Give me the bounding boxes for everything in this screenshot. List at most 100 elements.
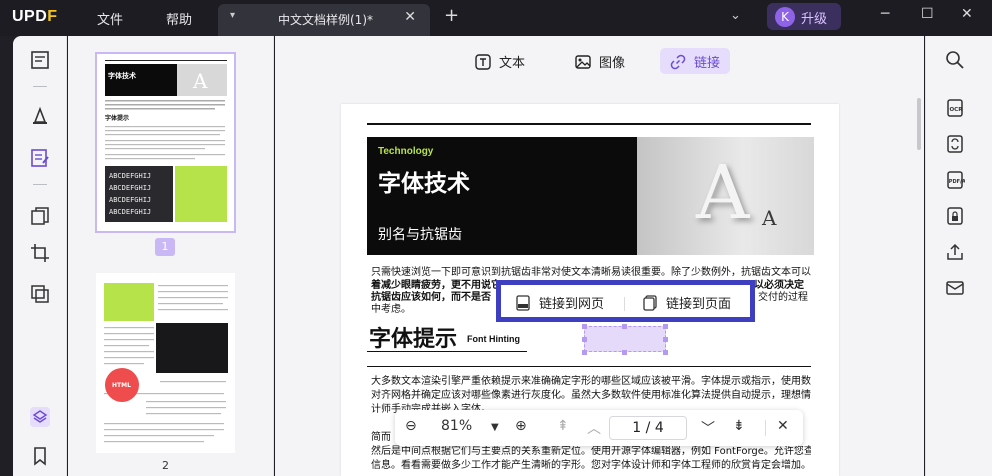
selection-handle[interactable] xyxy=(663,350,668,355)
section-heading-en: Font Hinting xyxy=(467,334,520,344)
banner-subtitle: 别名与抗锯齿 xyxy=(378,227,462,243)
selection-handle[interactable] xyxy=(663,324,668,329)
text-icon xyxy=(475,54,491,70)
link-type-popup: 链接到网页 链接到页面 xyxy=(496,280,755,322)
edit-link-button[interactable]: 链接 xyxy=(660,48,731,74)
page-rule-top xyxy=(367,123,811,125)
banner-tag: Technology xyxy=(378,146,434,157)
thumbnail-page-2-preview: HTML xyxy=(104,283,228,443)
popup-divider xyxy=(624,297,625,311)
thumbnail-page-1[interactable]: A 字体技术 字体提示 ABCDEFGHIJ ABCDEFGHIJ ABCDEF… xyxy=(95,52,236,233)
banner-letter-small: A xyxy=(762,206,777,230)
svg-text:OCR: OCR xyxy=(950,107,964,113)
pdfa-icon[interactable]: PDF/A xyxy=(945,170,965,190)
page-2-number: 2 xyxy=(162,459,169,472)
first-page-icon[interactable]: ⇞ xyxy=(557,418,569,434)
zoom-out-icon[interactable]: ⊖ xyxy=(405,418,417,434)
zoom-value[interactable]: 81% xyxy=(441,418,472,434)
tab-close-icon[interactable]: ✕ xyxy=(404,9,416,25)
menu-file[interactable]: 文件 xyxy=(97,9,123,28)
title-bar: UPDF 文件 帮助 ▾ 中文文档样例(1)* ✕ + ⌄ K 升级 ─ ☐ ✕ xyxy=(0,0,992,36)
link-to-web-label: 链接到网页 xyxy=(539,297,605,312)
layers-icon[interactable] xyxy=(30,407,50,427)
thumbnail-page-1-preview: A 字体技术 字体提示 ABCDEFGHIJ ABCDEFGHIJ ABCDEF… xyxy=(105,60,227,222)
paragraph-2-line-1: 大多数文本渲染引擎严重依赖提示来准确确定字形的哪些区域应该被平滑。字体提示或指示… xyxy=(371,376,811,387)
minimize-icon[interactable]: ─ xyxy=(881,6,889,22)
paragraph-3-line-3: 信息。看看需要做多少工作才能产生清晰的字形。您对字体设计师和字体工程师的欣赏肯定… xyxy=(371,460,811,471)
svg-text:ABCDEFGHIJ: ABCDEFGHIJ xyxy=(109,208,151,216)
reader-icon[interactable] xyxy=(30,50,50,70)
bookmark-icon[interactable] xyxy=(30,446,50,466)
page-link-icon xyxy=(643,295,657,311)
organize-pages-icon[interactable] xyxy=(30,206,50,226)
maximize-icon[interactable]: ☐ xyxy=(921,6,934,22)
page-1-number: 1 xyxy=(155,238,175,256)
edit-text-button[interactable]: 文本 xyxy=(465,48,535,74)
link-to-page-option[interactable]: 链接到页面 xyxy=(642,293,731,312)
next-page-icon[interactable]: ﹀ xyxy=(701,418,715,438)
svg-text:ABCDEFGHIJ: ABCDEFGHIJ xyxy=(109,184,151,192)
zoom-in-icon[interactable]: ⊕ xyxy=(515,418,527,434)
edit-text-label: 文本 xyxy=(499,56,526,71)
vertical-scrollbar[interactable] xyxy=(917,98,921,150)
zoom-navigation-bar: ⊖ 81% ▼ ⊕ ⇞ ︿ 1 / 4 ﹀ ⇟ ✕ xyxy=(395,410,803,446)
svg-text:HTML: HTML xyxy=(112,382,131,389)
section-heading: 字体提示 xyxy=(369,327,458,352)
page-number-input[interactable]: 1 / 4 xyxy=(609,416,687,440)
link-to-page-label: 链接到页面 xyxy=(666,297,732,312)
avatar: K xyxy=(775,7,795,27)
app-logo: UPDF xyxy=(12,8,58,25)
svg-text:PDF/A: PDF/A xyxy=(949,179,965,185)
page-separator: / xyxy=(645,420,651,436)
comment-icon[interactable] xyxy=(30,106,50,126)
upgrade-label: 升级 xyxy=(801,12,828,27)
email-icon[interactable] xyxy=(945,278,965,298)
new-tab-icon[interactable]: + xyxy=(444,5,459,26)
selection-handle[interactable] xyxy=(622,324,627,329)
svg-text:ABCDEFGHIJ: ABCDEFGHIJ xyxy=(109,172,151,180)
search-icon[interactable] xyxy=(945,50,965,70)
edit-image-button[interactable]: 图像 xyxy=(565,48,635,74)
svg-text:字体技术: 字体技术 xyxy=(108,71,136,80)
selection-handle[interactable] xyxy=(582,337,587,342)
edit-link-label: 链接 xyxy=(694,56,721,71)
previous-page-icon[interactable]: ︿ xyxy=(587,418,601,438)
chevron-down-icon[interactable]: ⌄ xyxy=(730,8,741,23)
share-icon[interactable] xyxy=(945,242,965,262)
banner-title: 字体技术 xyxy=(378,171,470,197)
edit-pdf-icon[interactable] xyxy=(30,148,50,168)
svg-text:ABCDEFGHIJ: ABCDEFGHIJ xyxy=(109,196,151,204)
left-toolbar xyxy=(13,36,67,476)
selection-handle[interactable] xyxy=(622,350,627,355)
link-icon xyxy=(670,54,686,70)
paragraph-3-line-2: 然后是中间点根据它们与主要点的关系重新定位。使用开源字体编辑器，例如 FontF… xyxy=(371,446,811,457)
total-pages: 4 xyxy=(654,420,664,436)
page-rule-mid xyxy=(367,366,811,367)
section-rule xyxy=(367,351,527,352)
right-toolbar: OCR PDF/A xyxy=(925,36,992,476)
thumbnail-page-2[interactable]: HTML xyxy=(96,273,235,453)
web-link-icon xyxy=(516,295,530,311)
convert-file-icon[interactable] xyxy=(945,134,965,154)
convert-icon[interactable] xyxy=(30,284,50,304)
paragraph-1-line-1: 只需快速浏览一下即可意识到抗锯齿非常对使文本清晰易读很重要。除了少数例外，抗锯齿… xyxy=(371,267,811,278)
last-page-icon[interactable]: ⇟ xyxy=(733,418,745,434)
menu-help[interactable]: 帮助 xyxy=(166,9,192,28)
document-tab[interactable]: ▾ 中文文档样例(1)* ✕ xyxy=(218,4,430,36)
selection-handle[interactable] xyxy=(582,350,587,355)
selection-handle[interactable] xyxy=(582,324,587,329)
upgrade-button[interactable]: K 升级 xyxy=(767,3,841,30)
close-window-icon[interactable]: ✕ xyxy=(961,6,973,22)
tab-dropdown-icon[interactable]: ▾ xyxy=(230,10,235,21)
paragraph-2-line-2: 对齐网格并确定应该对哪些像素进行灰度化。虽然大多数软件使用标准化算法提供自动提示… xyxy=(371,390,811,401)
tab-title: 中文文档样例(1)* xyxy=(278,13,373,27)
ocr-icon[interactable]: OCR xyxy=(945,98,965,118)
protect-icon[interactable] xyxy=(945,206,965,226)
link-to-web-option[interactable]: 链接到网页 xyxy=(515,293,604,312)
link-selection-box[interactable] xyxy=(584,326,666,352)
zoom-dropdown-icon[interactable]: ▼ xyxy=(491,422,499,433)
crop-icon[interactable] xyxy=(30,243,50,263)
selection-handle[interactable] xyxy=(663,337,668,342)
close-zoombar-icon[interactable]: ✕ xyxy=(777,418,789,434)
banner-letter-large: A xyxy=(696,150,750,236)
